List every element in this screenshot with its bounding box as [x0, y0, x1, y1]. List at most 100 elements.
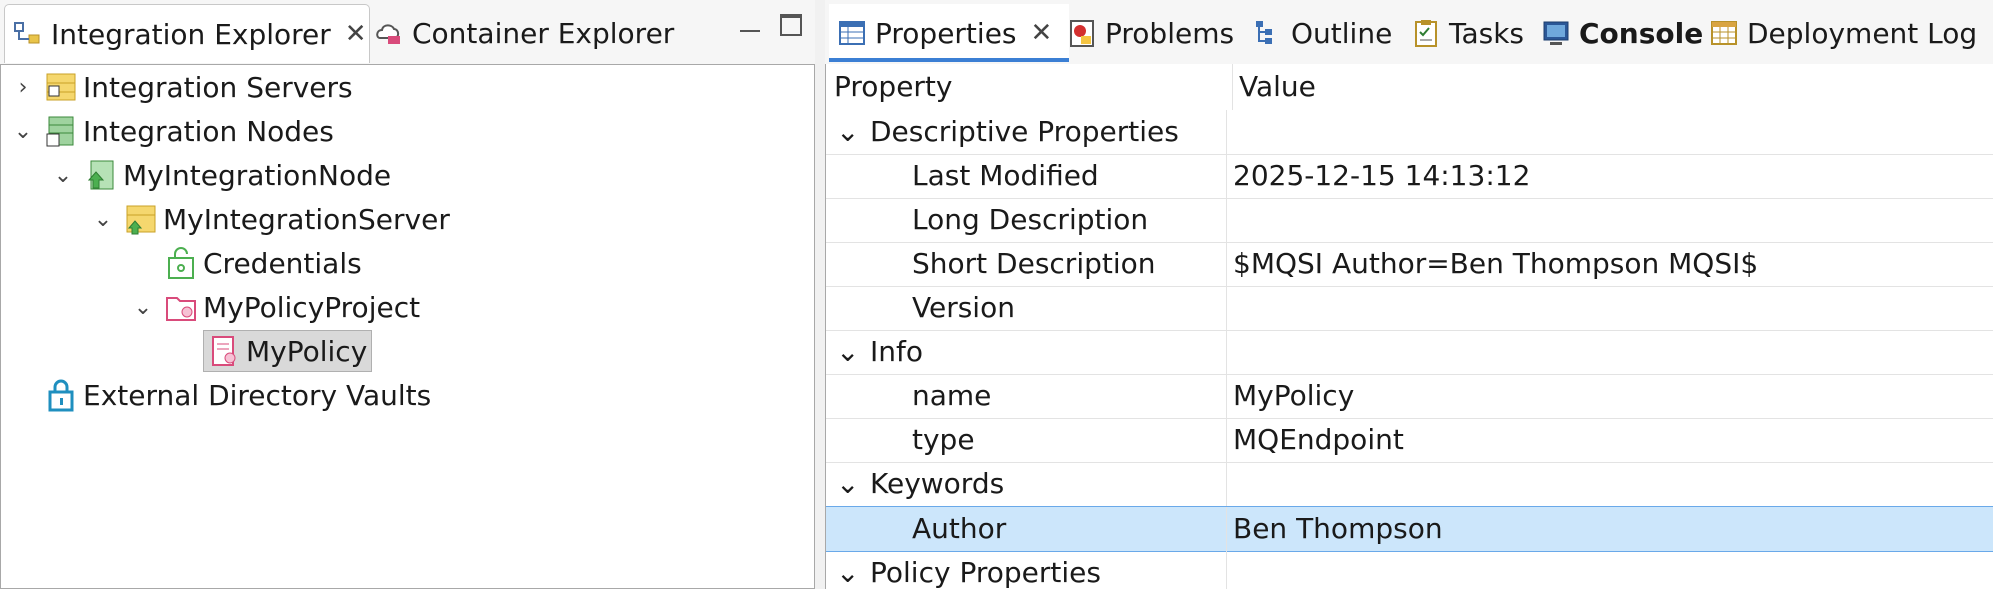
chevron-down-icon[interactable]: ⌄ — [13, 119, 33, 144]
chevron-down-icon[interactable]: ⌄ — [93, 207, 113, 232]
property-row[interactable]: type MQEndpoint — [826, 418, 1993, 463]
properties-icon — [837, 18, 867, 48]
integration-nodes-icon — [45, 114, 77, 148]
minimize-icon[interactable] — [740, 16, 760, 32]
tree-item-label: Integration Nodes — [83, 114, 334, 148]
tab-label: Console — [1579, 16, 1704, 50]
property-name: Last Modified — [912, 159, 1099, 192]
left-tab-bar: Integration Explorer ✕ Container Explore… — [0, 0, 815, 64]
tab-label: Properties — [875, 16, 1017, 50]
property-row-selected[interactable]: Author Ben Thompson — [826, 506, 1993, 552]
right-tab-bar: Properties ✕ Problems Outline Tasks Cons… — [825, 0, 1993, 64]
chevron-down-icon[interactable]: ⌄ — [836, 551, 859, 589]
tab-outline[interactable]: Outline — [1253, 4, 1392, 62]
tree-item-label: MyIntegrationNode — [123, 158, 392, 192]
tree-item-label: MyPolicyProject — [203, 290, 421, 324]
close-icon[interactable]: ✕ — [1031, 18, 1053, 48]
property-value — [1226, 551, 1993, 589]
tab-label: Container Explorer — [412, 16, 675, 50]
tab-label: Outline — [1291, 16, 1393, 50]
tab-problems[interactable]: Problems — [1067, 4, 1234, 62]
property-row[interactable]: Short Description $MQSI Author=Ben Thomp… — [826, 242, 1993, 287]
properties-view: Properties ✕ Problems Outline Tasks Cons… — [825, 0, 1993, 589]
tree-selection[interactable]: MyPolicy — [203, 330, 373, 372]
property-name: Short Description — [912, 247, 1156, 280]
integration-explorer-icon — [13, 19, 43, 49]
chevron-down-icon[interactable]: ⌄ — [836, 462, 859, 506]
integration-node-icon — [85, 158, 117, 192]
explorer-tree: › Integration Servers ⌄ Integration Node… — [0, 64, 815, 589]
credentials-icon — [165, 246, 197, 280]
close-icon[interactable]: ✕ — [345, 19, 367, 49]
property-row[interactable]: Version — [826, 286, 1993, 331]
property-row[interactable]: Long Description — [826, 198, 1993, 243]
tab-container-explorer[interactable]: Container Explorer — [370, 4, 674, 62]
tree-item-label: External Directory Vaults — [83, 378, 432, 412]
property-value: 2025-12-15 14:13:12 — [1226, 154, 1993, 198]
chevron-down-icon[interactable]: ⌄ — [836, 330, 859, 374]
property-name: Keywords — [870, 467, 1005, 500]
property-value: $MQSI Author=Ben Thompson MQSI$ — [1226, 242, 1993, 286]
problems-icon — [1067, 18, 1097, 48]
property-value: MQEndpoint — [1226, 418, 1993, 462]
property-name: Long Description — [912, 203, 1149, 236]
chevron-down-icon[interactable]: ⌄ — [133, 295, 153, 320]
chevron-right-icon[interactable]: › — [13, 75, 33, 100]
property-value — [1226, 110, 1993, 154]
property-row[interactable]: Last Modified 2025-12-15 14:13:12 — [826, 154, 1993, 199]
tab-label: Tasks — [1449, 16, 1525, 50]
policy-icon — [208, 334, 240, 368]
property-name: Info — [870, 335, 923, 368]
property-value — [1226, 286, 1993, 330]
tree-item-label: MyIntegrationServer — [163, 202, 450, 236]
deployment-log-icon — [1709, 18, 1739, 48]
tree-item-integration-servers[interactable]: › Integration Servers — [9, 65, 353, 109]
property-group-descriptive[interactable]: ⌄ Descriptive Properties — [826, 110, 1993, 155]
property-name: name — [912, 379, 992, 412]
property-value: Ben Thompson — [1226, 507, 1993, 551]
property-value — [1226, 198, 1993, 242]
property-name: type — [912, 423, 975, 456]
tab-deployment-log[interactable]: Deployment Log — [1709, 4, 1977, 62]
property-name: Author — [912, 512, 1007, 545]
property-name: Policy Properties — [870, 556, 1101, 589]
property-value: MyPolicy — [1226, 374, 1993, 418]
chevron-down-icon[interactable]: ⌄ — [836, 110, 859, 154]
tab-label: Integration Explorer — [51, 17, 331, 51]
tab-tasks[interactable]: Tasks — [1411, 4, 1524, 62]
property-value — [1226, 330, 1993, 374]
tree-item-label: Integration Servers — [83, 70, 353, 104]
column-header-value[interactable]: Value — [1232, 64, 1316, 110]
tree-item-label: Credentials — [203, 246, 362, 280]
integration-explorer-view: Integration Explorer ✕ Container Explore… — [0, 0, 815, 589]
property-group-info[interactable]: ⌄ Info — [826, 330, 1993, 375]
property-row[interactable]: name MyPolicy — [826, 374, 1993, 419]
tasks-icon — [1411, 18, 1441, 48]
tree-item-external-directory-vaults[interactable]: External Directory Vaults — [45, 373, 431, 417]
tree-item-my-integration-node[interactable]: ⌄ MyIntegrationNode — [49, 153, 391, 197]
maximize-icon[interactable] — [780, 14, 802, 36]
outline-icon — [1253, 18, 1283, 48]
tree-item-credentials[interactable]: Credentials — [165, 241, 362, 285]
tab-properties[interactable]: Properties ✕ — [829, 4, 1069, 62]
property-name: Descriptive Properties — [870, 115, 1179, 148]
property-group-policy[interactable]: ⌄ Policy Properties — [826, 551, 1993, 589]
tab-label: Problems — [1105, 16, 1235, 50]
active-tab-indicator — [829, 58, 1069, 62]
chevron-down-icon[interactable]: ⌄ — [53, 163, 73, 188]
tree-item-my-integration-server[interactable]: ⌄ MyIntegrationServer — [89, 197, 450, 241]
integration-server-icon — [125, 202, 157, 236]
pane-sash[interactable] — [815, 0, 825, 589]
console-icon — [1541, 18, 1571, 48]
tree-item-integration-nodes[interactable]: ⌄ Integration Nodes — [9, 109, 334, 153]
tab-console[interactable]: Console — [1541, 4, 1703, 62]
tab-integration-explorer[interactable]: Integration Explorer ✕ — [4, 4, 370, 63]
properties-table: Property Value ⌄ Descriptive Properties … — [825, 64, 1993, 589]
property-value — [1226, 462, 1993, 506]
tree-item-my-policy-project[interactable]: ⌄ MyPolicyProject — [129, 285, 420, 329]
column-header-property[interactable]: Property — [834, 64, 952, 110]
tab-label: Deployment Log — [1747, 16, 1978, 50]
tree-item-my-policy[interactable]: MyPolicy — [203, 329, 373, 373]
tree-item-label: MyPolicy — [246, 334, 368, 368]
property-group-keywords[interactable]: ⌄ Keywords — [826, 462, 1993, 507]
